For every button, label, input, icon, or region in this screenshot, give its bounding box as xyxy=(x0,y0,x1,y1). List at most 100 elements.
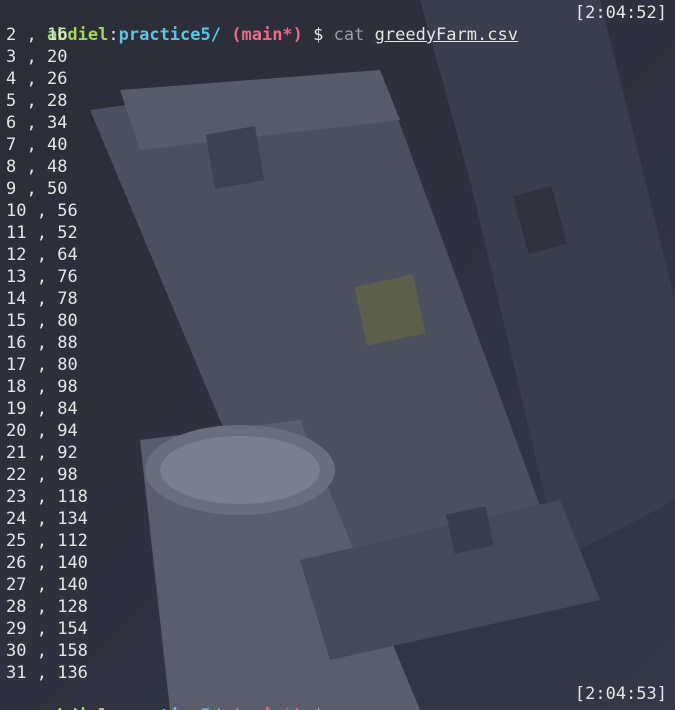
csv-row: 28 , 128 xyxy=(6,596,667,618)
csv-value-b: 98 xyxy=(57,465,78,485)
csv-value-b: 98 xyxy=(57,377,78,397)
csv-value-a: 23 xyxy=(6,487,27,507)
csv-separator: , xyxy=(26,223,58,243)
csv-separator: , xyxy=(16,179,47,199)
csv-row: 22 , 98 xyxy=(6,464,667,486)
csv-row: 18 , 98 xyxy=(6,376,667,398)
csv-value-a: 12 xyxy=(6,245,27,265)
csv-separator: , xyxy=(26,531,58,551)
csv-value-a: 7 xyxy=(6,135,17,155)
prompt-dollar: $ xyxy=(313,706,323,710)
csv-value-b: 76 xyxy=(57,267,78,287)
csv-value-b: 158 xyxy=(57,641,88,661)
csv-value-a: 28 xyxy=(6,597,27,617)
csv-separator: , xyxy=(26,663,58,683)
csv-value-a: 11 xyxy=(6,223,27,243)
csv-separator: , xyxy=(16,69,47,89)
csv-row: 11 , 52 xyxy=(6,222,667,244)
csv-row: 16 , 88 xyxy=(6,332,667,354)
csv-value-a: 5 xyxy=(6,91,17,111)
csv-value-a: 14 xyxy=(6,289,27,309)
csv-value-b: 16 xyxy=(46,25,68,45)
prompt-branch-close: ) xyxy=(293,706,303,710)
csv-value-a: 30 xyxy=(6,641,27,661)
prompt-colon: : xyxy=(108,706,118,710)
csv-value-b: 48 xyxy=(46,157,68,177)
csv-separator: , xyxy=(26,575,58,595)
csv-row: 26 , 140 xyxy=(6,552,667,574)
csv-value-b: 28 xyxy=(46,91,68,111)
csv-value-b: 92 xyxy=(57,443,78,463)
csv-value-a: 13 xyxy=(6,267,27,287)
csv-value-b: 118 xyxy=(57,487,88,507)
csv-value-a: 25 xyxy=(6,531,27,551)
csv-separator: , xyxy=(26,289,58,309)
csv-value-b: 56 xyxy=(57,201,78,221)
csv-row: 20 , 94 xyxy=(6,420,667,442)
csv-separator: , xyxy=(26,509,58,529)
csv-value-a: 8 xyxy=(6,157,17,177)
csv-separator: , xyxy=(26,245,58,265)
csv-row: 31 , 136 xyxy=(6,662,667,684)
csv-row: 7 , 40 xyxy=(6,134,667,156)
csv-separator: , xyxy=(26,641,58,661)
terminal-window[interactable]: abdiel:practice5/ (main*) $ cat greedyFa… xyxy=(0,0,675,710)
csv-value-b: 80 xyxy=(57,311,78,331)
csv-value-b: 112 xyxy=(57,531,88,551)
csv-value-a: 17 xyxy=(6,355,27,375)
final-prompt-timestamp: [2:04:53] xyxy=(574,684,667,704)
csv-value-b: 84 xyxy=(57,399,78,419)
csv-separator: , xyxy=(16,91,47,111)
csv-separator: , xyxy=(16,47,47,67)
csv-row: 12 , 64 xyxy=(6,244,667,266)
csv-value-b: 154 xyxy=(57,619,88,639)
csv-value-b: 80 xyxy=(57,355,78,375)
csv-row: 27 , 140 xyxy=(6,574,667,596)
csv-value-b: 50 xyxy=(46,179,68,199)
csv-value-b: 40 xyxy=(46,135,68,155)
csv-separator: , xyxy=(26,443,58,463)
csv-value-b: 94 xyxy=(57,421,78,441)
csv-separator: , xyxy=(26,421,58,441)
csv-separator: , xyxy=(16,157,47,177)
final-prompt-line[interactable]: abdiel:practice5/ (main*) $ [2:04:53] xyxy=(6,683,667,710)
csv-value-b: 140 xyxy=(57,575,88,595)
csv-separator: , xyxy=(26,333,58,353)
csv-value-a: 21 xyxy=(6,443,27,463)
csv-value-a: 26 xyxy=(6,553,27,573)
csv-value-a: 31 xyxy=(6,663,27,683)
csv-row: 10 , 56 xyxy=(6,200,667,222)
prompt-user: abdiel xyxy=(47,706,108,710)
csv-value-a: 27 xyxy=(6,575,27,595)
csv-row: 13 , 76 xyxy=(6,266,667,288)
csv-value-a: 20 xyxy=(6,421,27,441)
csv-value-a: 16 xyxy=(6,333,27,353)
csv-row: 4 , 26 xyxy=(6,68,667,90)
csv-value-b: 78 xyxy=(57,289,78,309)
csv-separator: , xyxy=(16,113,47,133)
csv-value-b: 140 xyxy=(57,553,88,573)
csv-row: 17 , 80 xyxy=(6,354,667,376)
csv-row: 25 , 112 xyxy=(6,530,667,552)
csv-separator: , xyxy=(26,619,58,639)
csv-row: 8 , 48 xyxy=(6,156,667,178)
csv-separator: , xyxy=(26,311,58,331)
command-timestamp: [2:04:52] xyxy=(574,3,667,23)
csv-value-a: 18 xyxy=(6,377,27,397)
csv-value-b: 26 xyxy=(46,69,68,89)
csv-separator: , xyxy=(26,487,58,507)
csv-row: 24 , 134 xyxy=(6,508,667,530)
csv-separator: , xyxy=(26,553,58,573)
csv-value-a: 22 xyxy=(6,465,27,485)
csv-row: 21 , 92 xyxy=(6,442,667,464)
csv-value-b: 20 xyxy=(46,47,68,67)
csv-separator: , xyxy=(26,355,58,375)
csv-value-a: 24 xyxy=(6,509,27,529)
csv-value-b: 64 xyxy=(57,245,78,265)
csv-value-a: 3 xyxy=(6,47,17,67)
csv-separator: , xyxy=(26,201,58,221)
csv-value-a: 6 xyxy=(6,113,17,133)
csv-value-b: 88 xyxy=(57,333,78,353)
csv-separator: , xyxy=(26,465,58,485)
csv-separator: , xyxy=(26,399,58,419)
